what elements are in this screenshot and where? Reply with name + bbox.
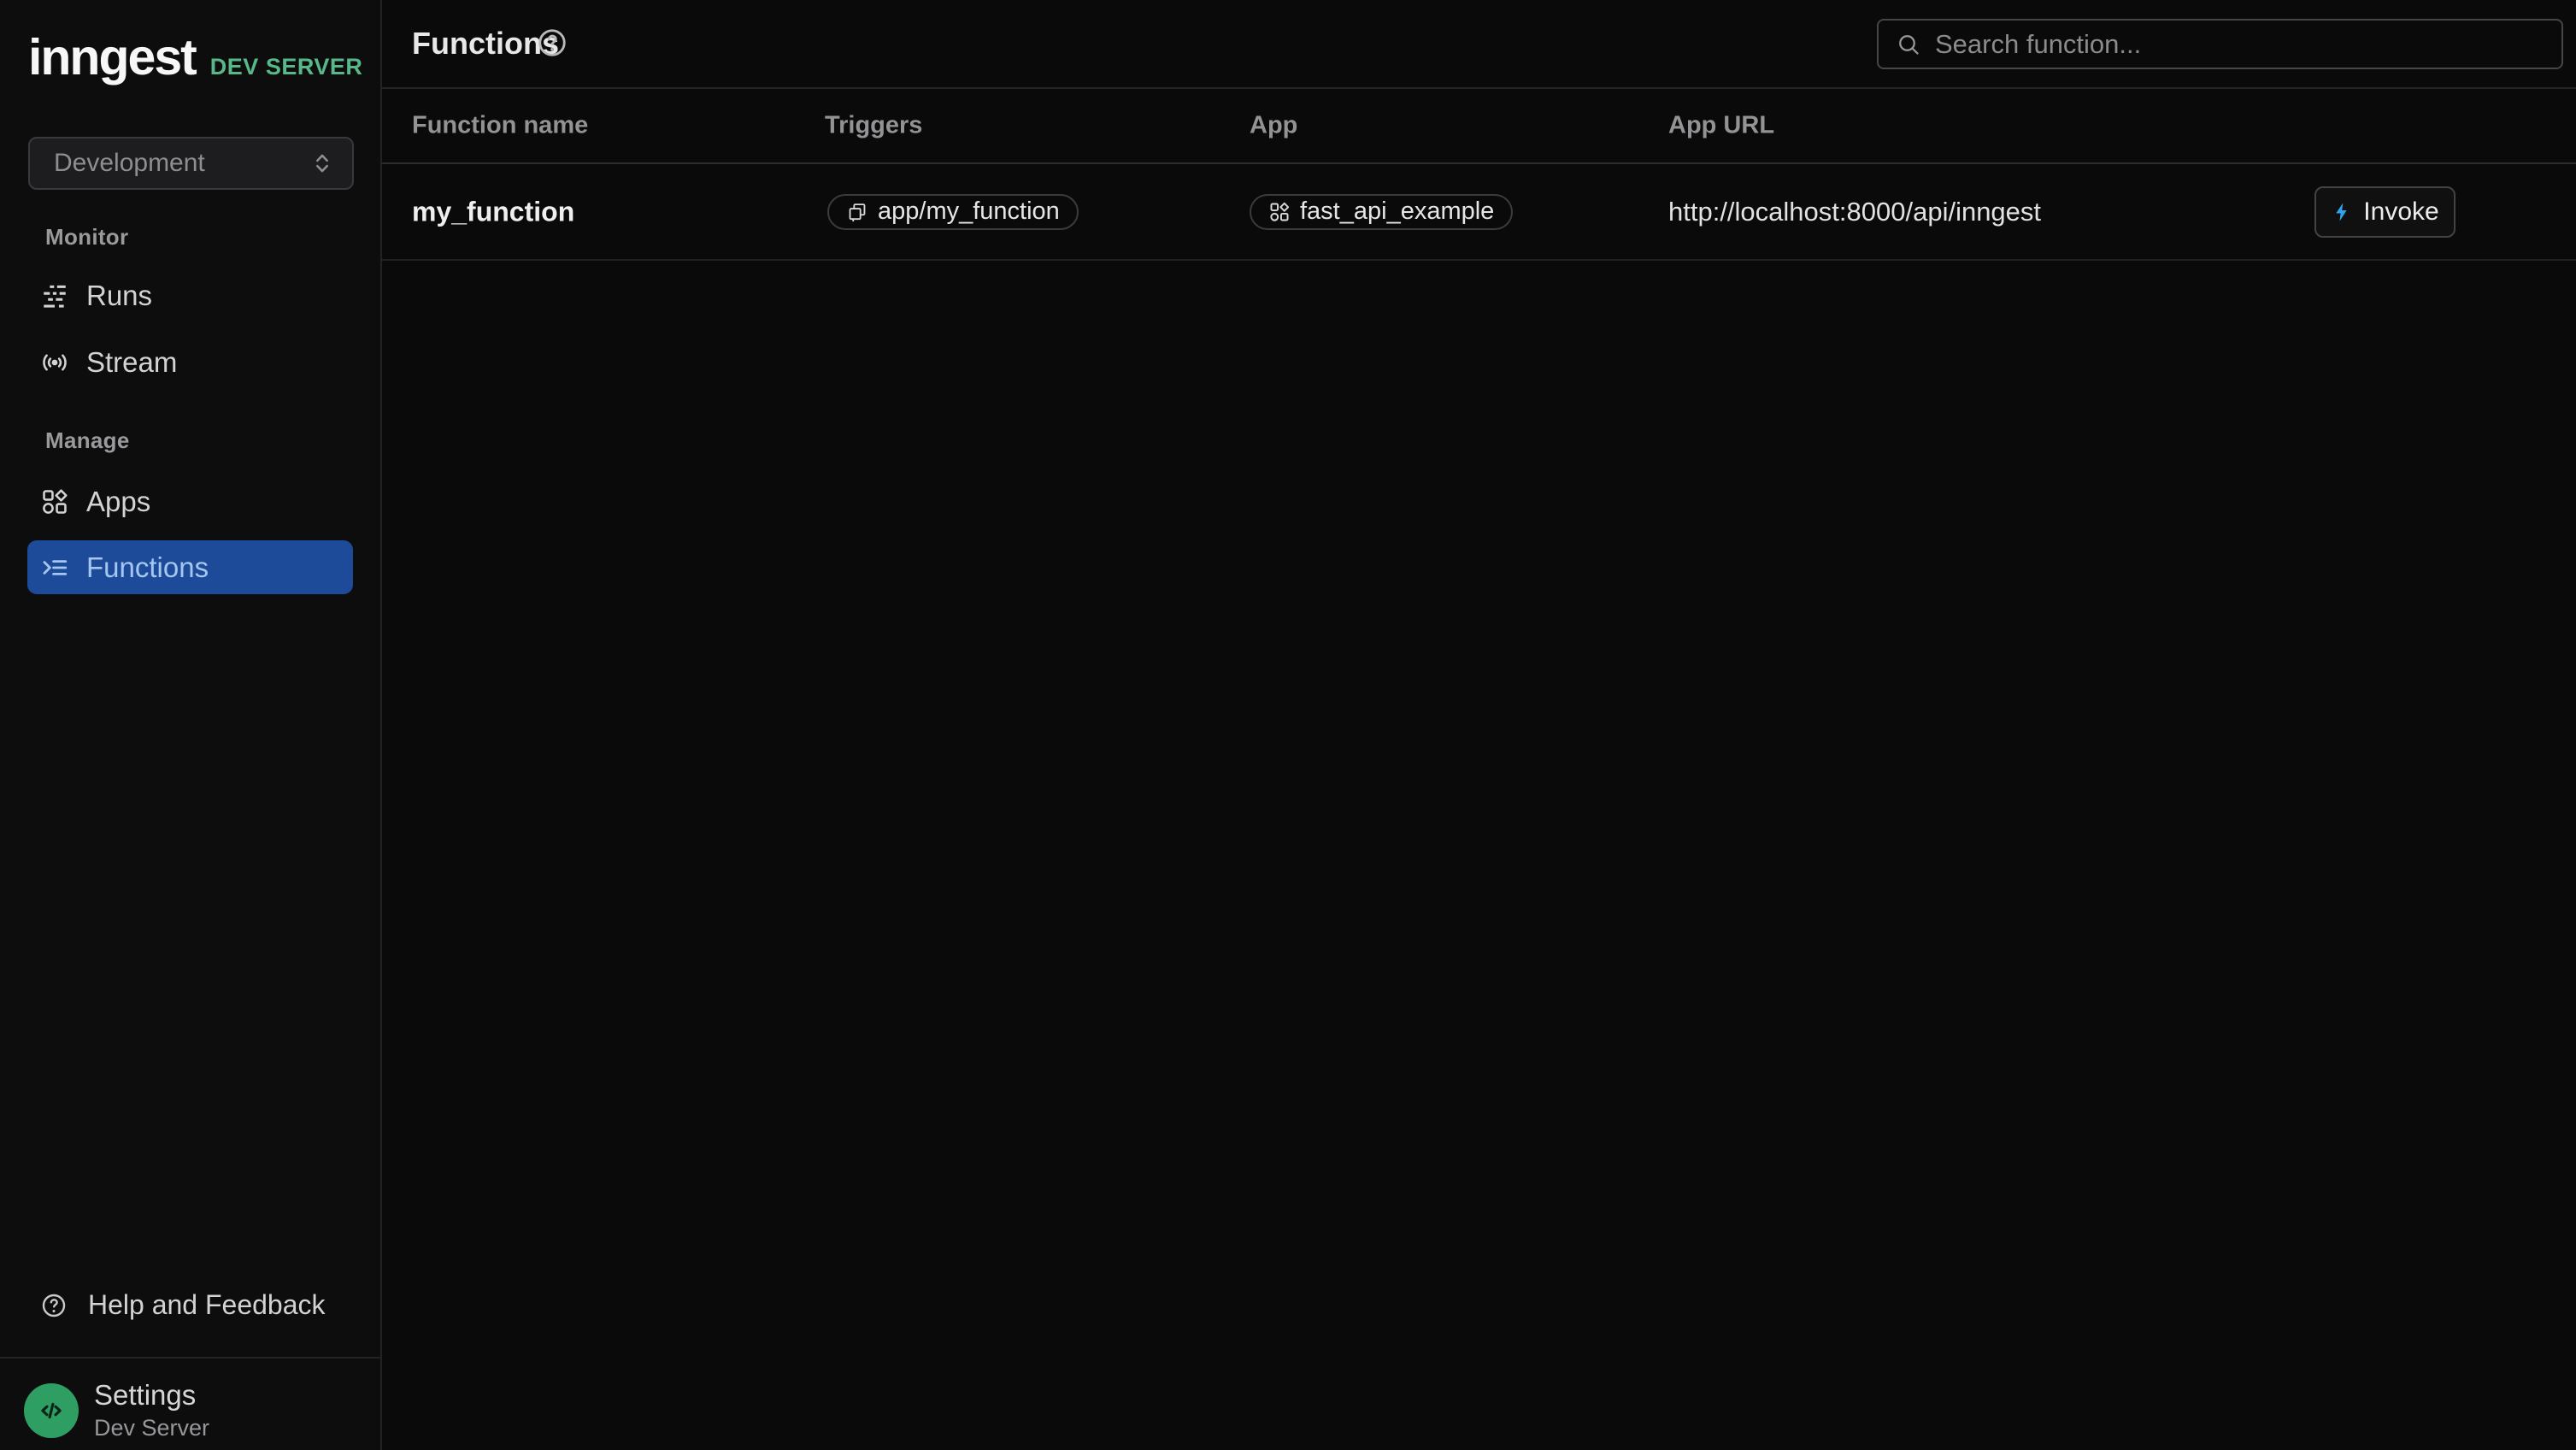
app-badge-label: fast_api_example	[1300, 197, 1494, 226]
sidebar-item-functions[interactable]: Functions	[27, 540, 353, 594]
table-header: Function name Triggers App App URL	[382, 89, 2576, 164]
sidebar-item-label: Functions	[86, 551, 209, 584]
sidebar-item-label: Stream	[86, 346, 177, 379]
dev-server-badge: DEV SERVER	[210, 54, 363, 80]
help-circle-icon	[536, 27, 568, 59]
search-icon	[1896, 32, 1921, 57]
sidebar-item-label: Apps	[86, 486, 150, 518]
trigger-badge-label: app/my_function	[878, 197, 1060, 226]
runs-icon	[40, 281, 69, 310]
sidebar-item-stream[interactable]: Stream	[27, 335, 353, 389]
environment-selector[interactable]: Development	[28, 137, 354, 190]
section-label-monitor: Monitor	[45, 224, 128, 251]
inngest-logo: inngest	[28, 32, 196, 83]
invoke-button[interactable]: Invoke	[2314, 186, 2455, 238]
help-circle-icon	[40, 1292, 68, 1319]
sidebar-item-apps[interactable]: Apps	[27, 474, 353, 528]
column-header-triggers: Triggers	[825, 112, 922, 140]
sidebar-item-runs[interactable]: Runs	[27, 268, 353, 322]
functions-icon	[40, 553, 69, 582]
table-row[interactable]: my_function app/my_function fast_api_exa…	[382, 164, 2576, 261]
settings-subtitle: Dev Server	[94, 1415, 209, 1441]
app-badge: fast_api_example	[1250, 194, 1513, 230]
help-and-feedback[interactable]: Help and Feedback	[40, 1289, 326, 1321]
event-copy-icon	[846, 201, 868, 223]
app-url: http://localhost:8000/api/inngest	[1668, 197, 2041, 227]
logo: inngest DEV SERVER	[28, 32, 362, 83]
topbar: Functions	[382, 0, 2576, 89]
sidebar-item-label: Runs	[86, 280, 152, 312]
environment-selector-label: Development	[54, 149, 205, 178]
unfold-chevrons-icon	[308, 149, 337, 178]
settings-label: Settings	[94, 1379, 196, 1412]
help-and-feedback-label: Help and Feedback	[88, 1289, 326, 1321]
apps-icon	[1268, 201, 1291, 223]
search-input[interactable]	[1935, 29, 2544, 60]
column-header-function-name: Function name	[412, 112, 588, 140]
search-box	[1877, 19, 2563, 69]
dev-server-avatar	[24, 1383, 79, 1438]
column-header-app-url: App URL	[1668, 112, 1774, 140]
settings-entry[interactable]: Settings Dev Server	[0, 1357, 382, 1450]
code-icon	[35, 1394, 68, 1427]
section-label-manage: Manage	[45, 427, 130, 454]
stream-icon	[40, 348, 69, 377]
lightning-bolt-icon	[2331, 201, 2353, 223]
main-content: Functions Function name Triggers App App…	[382, 0, 2576, 1450]
function-name: my_function	[412, 196, 574, 227]
column-header-app: App	[1250, 112, 1297, 140]
trigger-badge: app/my_function	[827, 194, 1079, 230]
sidebar: inngest DEV SERVER Development Monitor R…	[0, 0, 382, 1450]
invoke-button-label: Invoke	[2363, 197, 2438, 227]
apps-icon	[40, 487, 69, 516]
page-help-button[interactable]	[536, 27, 568, 59]
